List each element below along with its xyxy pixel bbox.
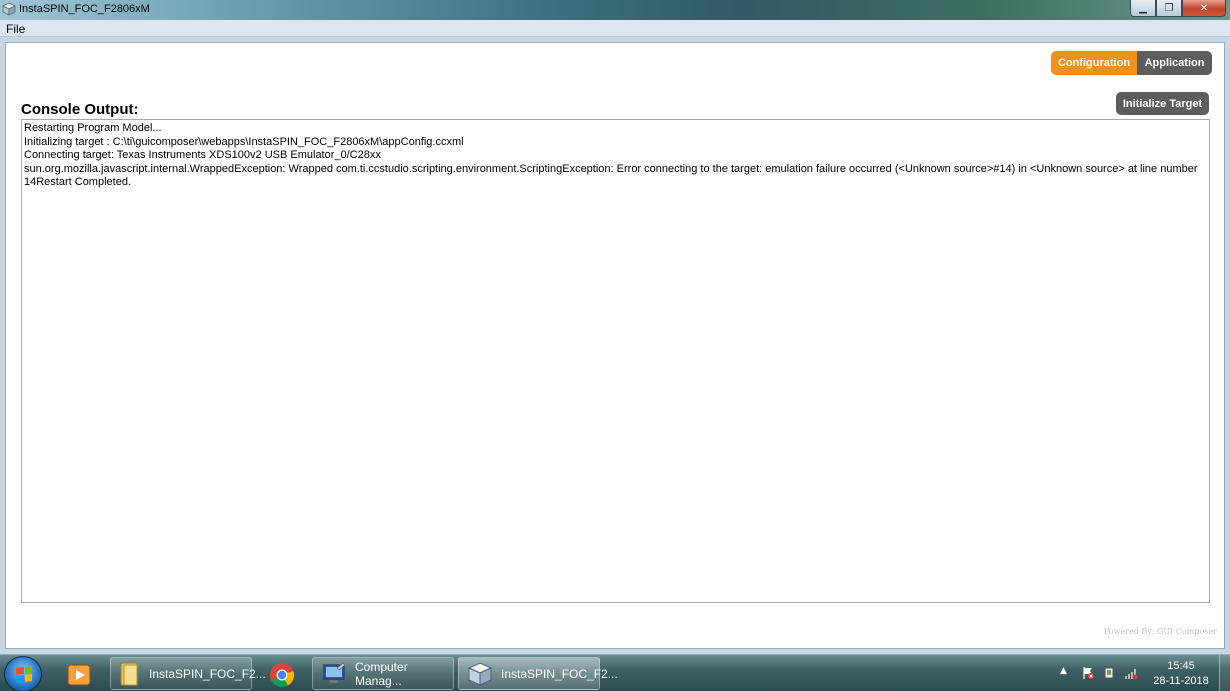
console-line: sun.org.mozilla.javascript.internal.Wrap… — [24, 162, 1201, 189]
clock-date: 28-11-2018 — [1153, 675, 1209, 687]
console-line: Restarting Program Model... — [24, 122, 162, 134]
taskbar-task-active[interactable]: InstaSPIN_FOC_F2... — [458, 657, 618, 690]
taskbar-task[interactable]: InstaSPIN_FOC_F2... — [110, 657, 266, 690]
taskbar-task-label: InstaSPIN_FOC_F2... — [501, 666, 618, 681]
taskbar-task-label: InstaSPIN_FOC_F2... — [149, 666, 266, 681]
window-title-bar[interactable]: InstaSPIN_FOC_F2806xM ▁ ❐ ✕ — [0, 0, 1230, 20]
power-plug-icon[interactable] — [1102, 666, 1116, 680]
window-title: InstaSPIN_FOC_F2806xM — [19, 3, 150, 15]
taskbar: InstaSPIN_FOC_F2... Computer Manag... In… — [0, 654, 1230, 691]
chrome-icon[interactable] — [259, 658, 305, 691]
console-output[interactable]: Restarting Program Model... Initializing… — [21, 119, 1210, 603]
app-icon — [2, 2, 16, 16]
show-desktop-button[interactable] — [1219, 655, 1230, 691]
app-content: Configuration Application Console Output… — [5, 42, 1225, 649]
system-clock[interactable]: 15:45 28-11-2018 — [1146, 659, 1216, 689]
taskbar-task-label: Computer Manag... — [355, 659, 408, 688]
menu-bar: File — [0, 20, 1230, 37]
show-hidden-icons-button[interactable]: ▲ — [1060, 666, 1067, 676]
minimize-button[interactable]: ▁ — [1130, 0, 1156, 17]
gui-composer-icon — [467, 661, 493, 687]
powered-by-label: Powered By: GUI Composer — [1103, 627, 1217, 636]
console-title: Console Output: — [21, 101, 139, 118]
console-line: Initializing target : C:\ti\guicomposer\… — [24, 135, 464, 148]
window-controls: ▁ ❐ ✕ — [1130, 0, 1226, 18]
tab-application[interactable]: Application — [1137, 51, 1212, 75]
tab-configuration[interactable]: Configuration — [1051, 51, 1137, 75]
content-frame: Configuration Application Console Output… — [0, 37, 1230, 654]
network-signal-icon[interactable] — [1124, 666, 1138, 680]
windows-logo-icon — [16, 666, 32, 683]
computer-management-icon — [321, 661, 347, 687]
taskbar-task[interactable]: Computer Manag... — [312, 657, 454, 690]
console-line: Connecting target: Texas Instruments XDS… — [24, 149, 381, 162]
close-button[interactable]: ✕ — [1182, 0, 1226, 17]
folder-icon — [119, 661, 141, 687]
view-tabs: Configuration Application — [1051, 51, 1212, 75]
media-player-icon[interactable] — [56, 658, 102, 691]
maximize-button[interactable]: ❐ — [1156, 0, 1182, 17]
initialize-target-button[interactable]: Initialize Target — [1116, 92, 1209, 115]
start-button[interactable] — [4, 656, 42, 691]
action-center-flag-icon[interactable] — [1081, 666, 1095, 680]
clock-time: 15:45 — [1167, 660, 1195, 672]
menu-file[interactable]: File — [6, 22, 25, 36]
